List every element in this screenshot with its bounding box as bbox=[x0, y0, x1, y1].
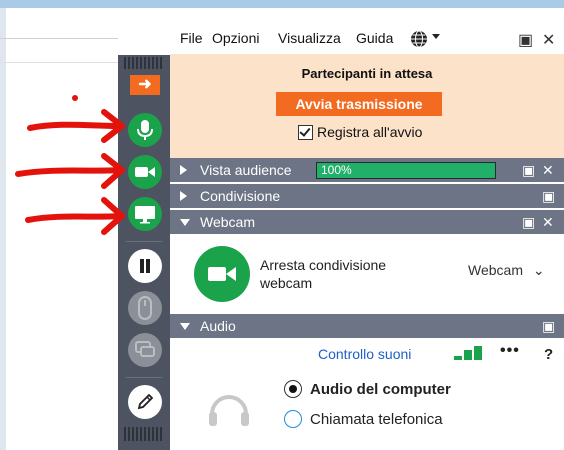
background-divider bbox=[0, 62, 118, 63]
pause-button[interactable] bbox=[128, 249, 162, 283]
radio-label: Chiamata telefonica bbox=[310, 410, 443, 428]
pen-icon bbox=[137, 393, 154, 410]
radio-computer-audio[interactable]: Audio del computer bbox=[284, 380, 451, 398]
close-icon[interactable]: ✕ bbox=[542, 162, 554, 179]
radio-phone-call[interactable]: Chiamata telefonica bbox=[284, 410, 443, 428]
collapse-arrow-icon[interactable] bbox=[180, 219, 190, 226]
draw-button[interactable] bbox=[128, 385, 162, 419]
section-webcam[interactable]: Webcam ▣ ✕ bbox=[170, 210, 564, 234]
background-divider bbox=[0, 38, 118, 39]
video-camera-icon bbox=[135, 167, 155, 177]
close-icon[interactable]: ✕ bbox=[542, 30, 555, 50]
more-options-button[interactable]: ••• bbox=[500, 342, 520, 360]
chat-icon bbox=[135, 341, 155, 357]
headset-icon bbox=[209, 395, 249, 426]
popout-icon[interactable]: ▣ bbox=[522, 214, 535, 231]
toolbar-drag-handle[interactable] bbox=[124, 57, 164, 69]
section-label: Condivisione bbox=[200, 188, 281, 204]
record-on-start-label: Registra all'avvio bbox=[317, 124, 423, 140]
background-window-edge bbox=[0, 8, 6, 450]
webcam-dropdown-value: Webcam bbox=[468, 262, 523, 278]
popout-icon[interactable]: ▣ bbox=[542, 318, 555, 335]
signal-strength-icon bbox=[454, 346, 482, 360]
popout-icon[interactable]: ▣ bbox=[522, 162, 535, 179]
presenter-toolbar: ➜ bbox=[118, 55, 170, 450]
chevron-down-icon: ⌄ bbox=[532, 262, 545, 278]
record-on-start-checkbox[interactable]: Registra all'avvio bbox=[298, 124, 422, 140]
radio-selected-icon[interactable] bbox=[284, 380, 302, 398]
microphone-button[interactable] bbox=[128, 113, 162, 147]
stop-webcam-label: Arresta condivisione webcam bbox=[260, 257, 387, 291]
chevron-down-icon bbox=[432, 34, 440, 39]
zoom-value: 100% bbox=[321, 163, 352, 177]
mic-icon bbox=[137, 120, 153, 140]
control-panel: File Opzioni Visualizza Guida ▣ ✕ Partec… bbox=[170, 24, 564, 450]
section-label: Audio bbox=[200, 318, 236, 334]
chat-button[interactable] bbox=[128, 333, 162, 367]
collapse-arrow-icon[interactable]: ➜ bbox=[130, 75, 160, 95]
popout-icon[interactable]: ▣ bbox=[518, 30, 533, 50]
menu-options[interactable]: Opzioni bbox=[212, 30, 259, 46]
menu-help[interactable]: Guida bbox=[356, 30, 393, 46]
video-camera-icon bbox=[208, 267, 236, 281]
radio-label: Audio del computer bbox=[310, 380, 451, 398]
menu-view[interactable]: Visualizza bbox=[278, 30, 341, 46]
remote-control-button[interactable] bbox=[128, 291, 162, 325]
toolbar-divider bbox=[126, 377, 162, 378]
radio-unselected-icon[interactable] bbox=[284, 410, 302, 428]
expand-arrow-icon[interactable] bbox=[180, 165, 187, 175]
section-sharing[interactable]: Condivisione ▣ bbox=[170, 184, 564, 208]
toolbar-divider bbox=[126, 241, 162, 242]
expand-arrow-icon[interactable] bbox=[180, 191, 187, 201]
start-broadcast-button[interactable]: Avvia trasmissione bbox=[276, 92, 442, 116]
webcam-button[interactable] bbox=[128, 155, 162, 189]
stop-webcam-button[interactable] bbox=[194, 246, 250, 302]
section-label: Webcam bbox=[200, 214, 255, 230]
section-audience-view[interactable]: Vista audience 100% ▣ ✕ bbox=[170, 158, 564, 182]
pause-icon bbox=[140, 259, 150, 273]
audience-zoom-bar[interactable]: 100% bbox=[316, 162, 496, 179]
section-label: Vista audience bbox=[200, 162, 292, 178]
help-button[interactable]: ? bbox=[544, 346, 553, 363]
audio-panel: Controllo suoni ••• ? Audio del computer… bbox=[170, 338, 564, 428]
checkbox-checked-icon[interactable] bbox=[298, 124, 313, 140]
popout-icon[interactable]: ▣ bbox=[542, 188, 555, 205]
menu-bar: File Opzioni Visualizza Guida ▣ ✕ bbox=[170, 24, 564, 54]
mouse-icon bbox=[138, 296, 152, 320]
collapse-arrow-icon[interactable] bbox=[180, 323, 190, 330]
screen-share-button[interactable] bbox=[128, 197, 162, 231]
waiting-title: Partecipanti in attesa bbox=[301, 66, 433, 81]
close-icon[interactable]: ✕ bbox=[542, 214, 554, 231]
menu-file[interactable]: File bbox=[180, 30, 203, 46]
screen-share-icon bbox=[135, 206, 155, 224]
sound-control-link[interactable]: Controllo suoni bbox=[318, 346, 411, 362]
webcam-panel: Arresta condivisione webcam Webcam ⌄ bbox=[170, 234, 564, 314]
section-audio[interactable]: Audio ▣ bbox=[170, 314, 564, 338]
toolbar-drag-handle[interactable] bbox=[124, 427, 164, 441]
globe-icon[interactable] bbox=[410, 29, 430, 49]
webcam-dropdown[interactable]: Webcam ⌄ bbox=[468, 262, 545, 279]
